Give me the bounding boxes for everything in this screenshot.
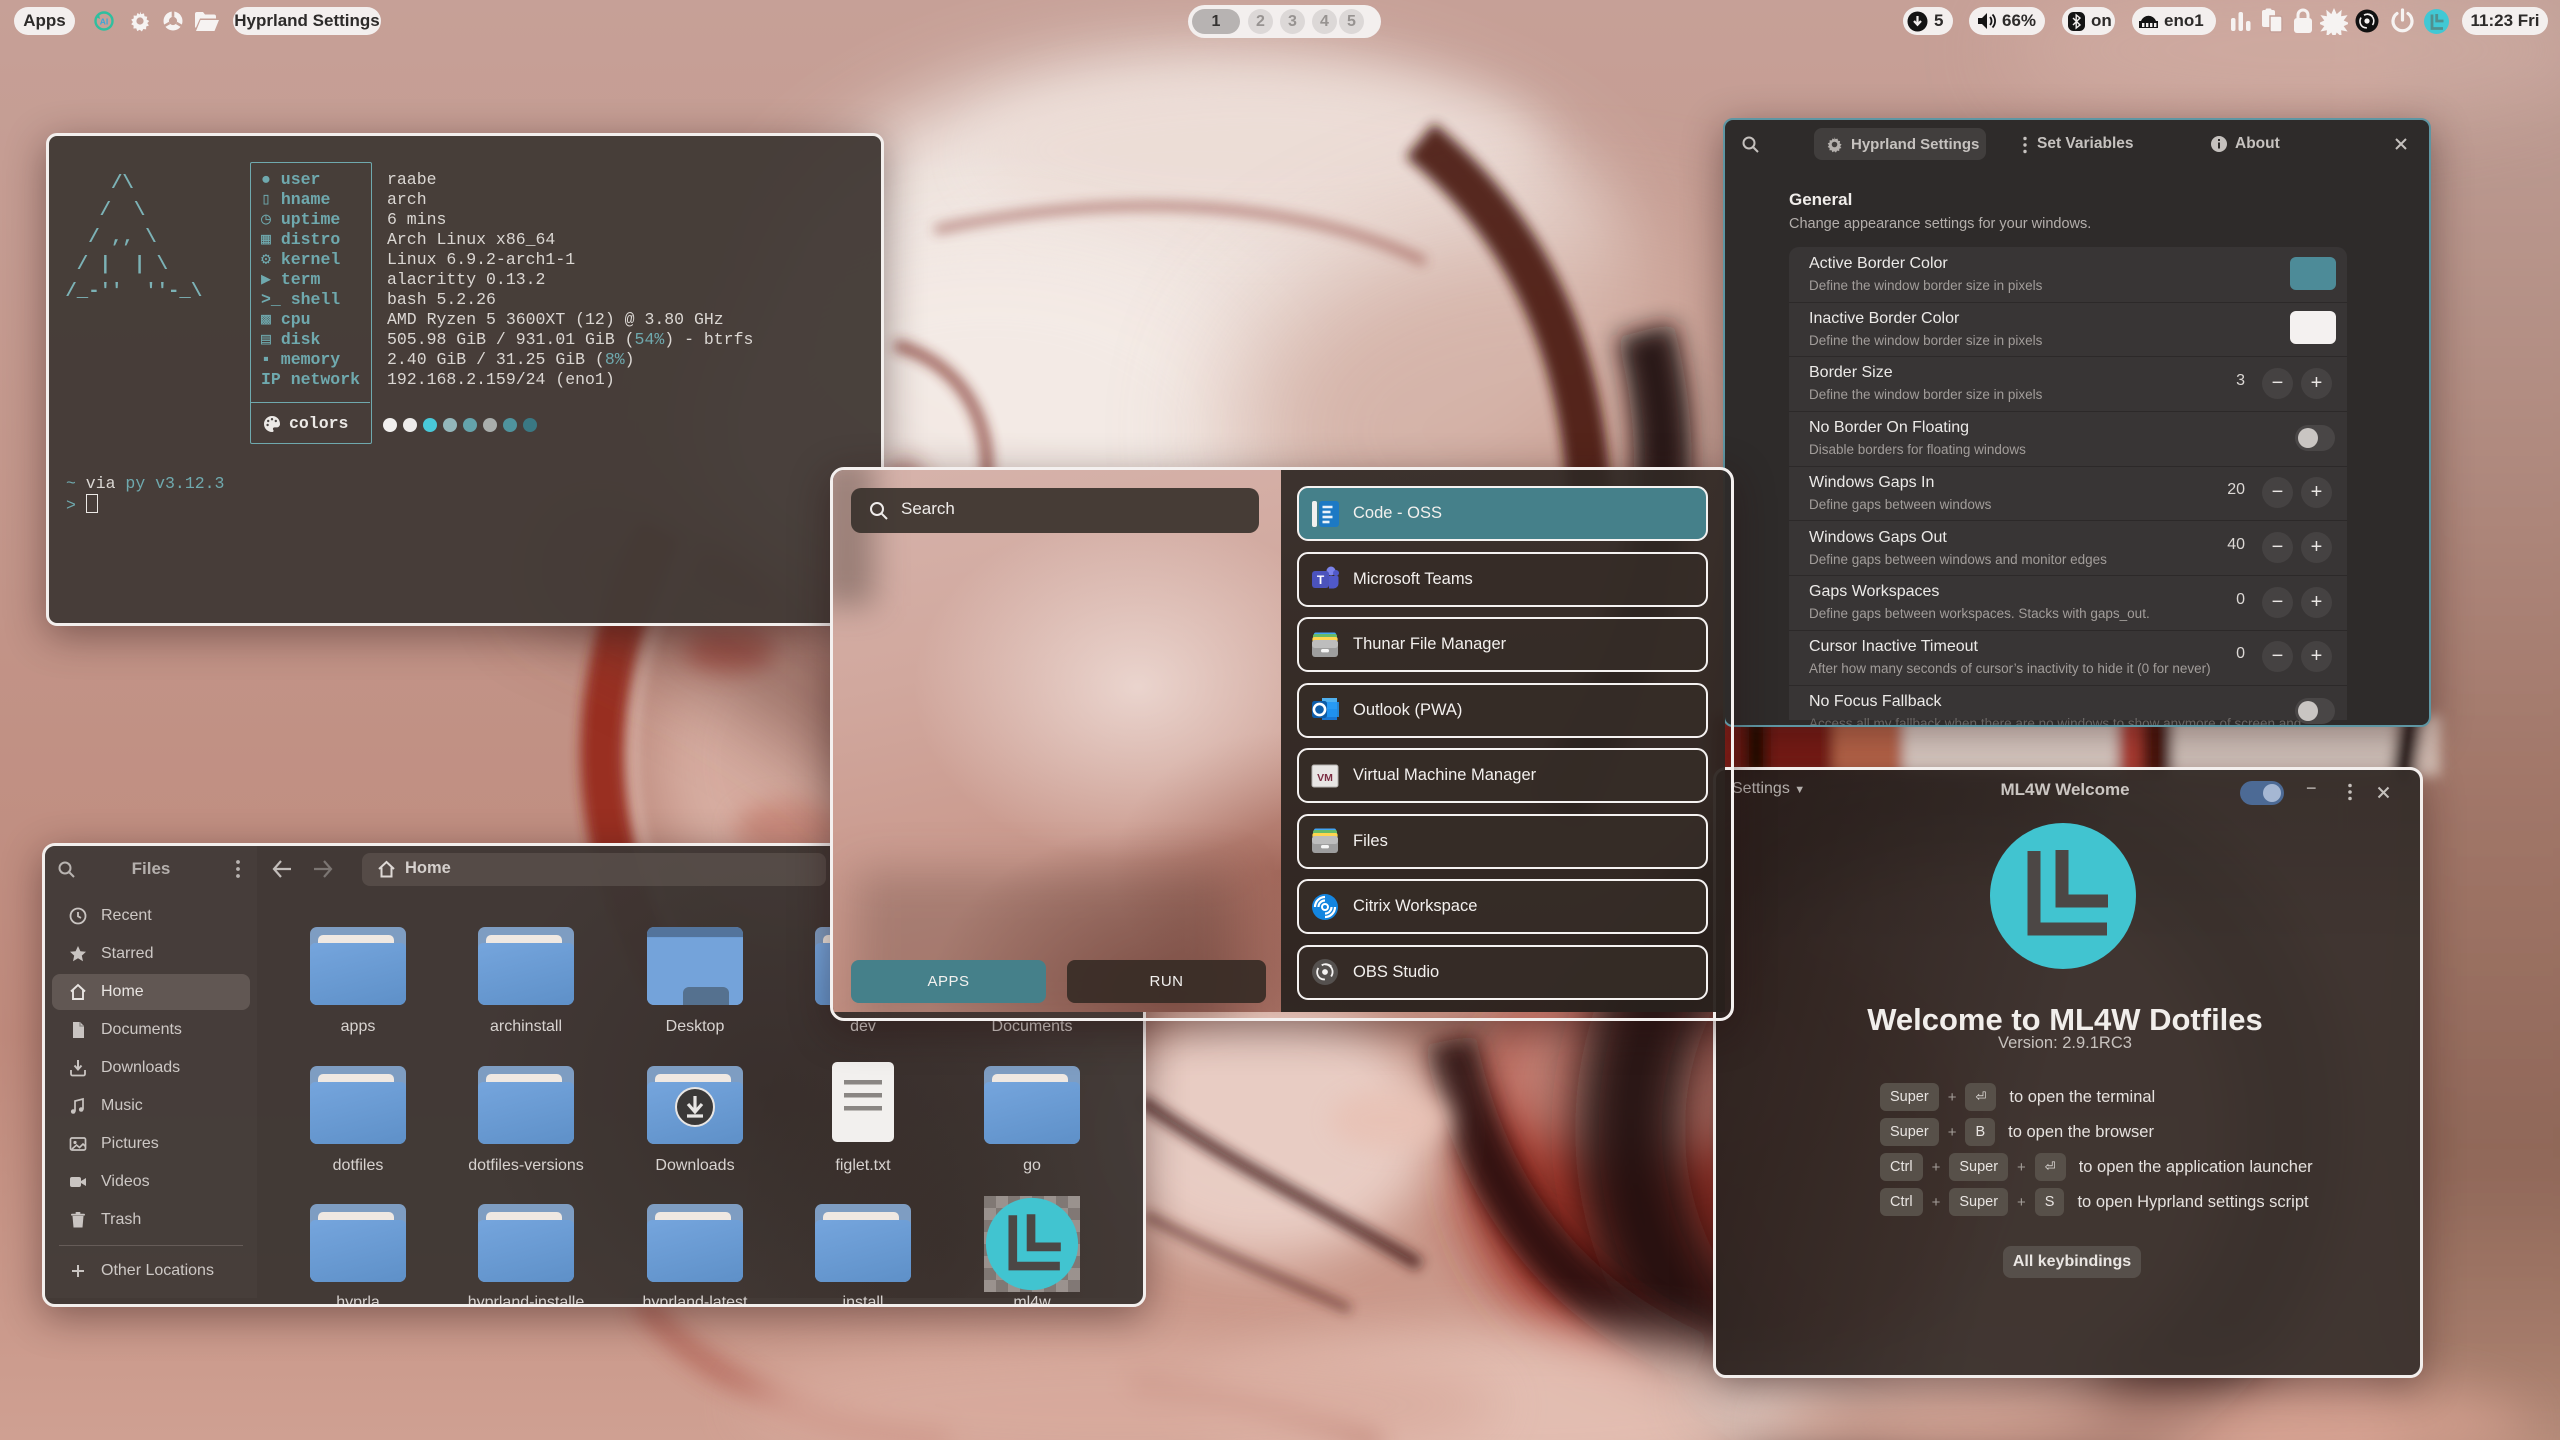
svg-text:T: T — [1317, 573, 1325, 587]
svg-text:VM: VM — [1317, 772, 1333, 784]
svg-text:AI: AI — [100, 17, 109, 27]
